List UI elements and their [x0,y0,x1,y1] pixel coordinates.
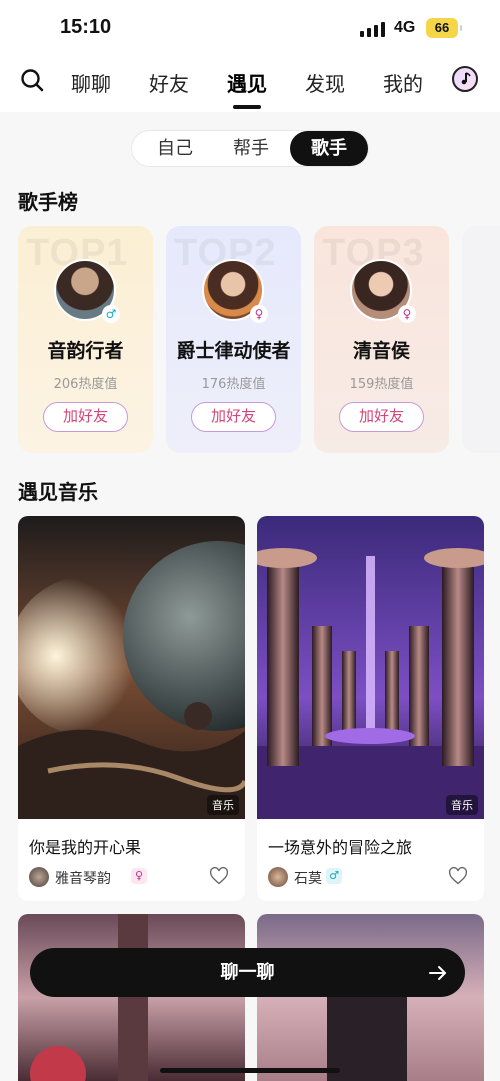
add-friend-button[interactable]: 加好友 [43,402,128,432]
segment-singer[interactable]: 歌手 [290,131,368,166]
music-card-4[interactable] [257,914,484,1081]
chat-now-button[interactable]: 聊一聊 [30,948,465,997]
rank-card-2[interactable]: TOP2 ♀ 爵士律动使者 176热度值 加好友 [166,226,301,453]
user-name: 雅音琴韵 [55,871,111,887]
music-disc-icon[interactable] [452,66,478,92]
music-cover-image [18,516,245,819]
tab-discover[interactable]: 发现 [305,68,345,97]
segment-self[interactable]: 自己 [140,131,210,166]
male-icon: ♂ [326,868,342,884]
tab-chat[interactable]: 聊聊 [71,68,111,97]
segment-helper[interactable]: 帮手 [216,131,286,166]
chat-now-label: 聊一聊 [220,962,275,983]
music-cover-image [18,914,245,1081]
add-friend-button[interactable]: 加好友 [339,402,424,432]
music-cover-image [257,516,484,819]
female-icon: ♀ [131,868,147,884]
heart-icon[interactable] [448,866,468,886]
user-name: 石莫 [294,871,322,887]
female-icon: ♀ [398,305,416,323]
singer-ranking-title: 歌手榜 [18,190,78,214]
tab-mine[interactable]: 我的 [383,68,423,97]
user-avatar [29,867,49,887]
network-label: 4G [394,19,416,36]
singer-name: 音韵行者 [47,340,124,362]
rank-card-peek[interactable] [462,226,500,453]
status-bar: 15:10 4G 66 [0,0,500,56]
search-icon[interactable] [20,68,44,92]
music-card-3[interactable] [18,914,245,1081]
category-tag: 音乐 [446,795,478,815]
heat-value: 176热度值 [201,377,266,392]
male-icon: ♂ [102,305,120,323]
singer-name: 爵士律动使者 [176,340,291,362]
battery-icon: 66 [426,18,462,38]
top-navigation: 聊聊 好友 遇见 发现 我的 [0,56,500,112]
heart-icon[interactable] [209,866,229,886]
user-avatar [268,867,288,887]
battery-level: 66 [434,20,450,35]
rank-card-1[interactable]: TOP1 ♂ 音韵行者 206热度值 加好友 [18,226,153,453]
heat-value: 206热度值 [53,377,118,392]
add-friend-button[interactable]: 加好友 [191,402,276,432]
tab-meet[interactable]: 遇见 [227,68,267,109]
signal-icon [360,22,385,37]
rank-card-3[interactable]: TOP3 ♀ 清音侯 159热度值 加好友 [314,226,449,453]
heat-value: 159热度值 [349,377,414,392]
status-time: 15:10 [60,16,112,38]
singer-name: 清音侯 [352,340,410,362]
role-segment-control: 自己 帮手 歌手 [131,130,369,167]
music-title: 一场意外的冒险之旅 [268,838,413,857]
tab-friends[interactable]: 好友 [149,68,189,97]
arrow-right-icon [429,966,446,980]
music-cover-image [257,914,484,1081]
home-indicator [160,1068,340,1073]
female-icon: ♀ [250,305,268,323]
category-tag: 音乐 [207,795,239,815]
music-title: 你是我的开心果 [29,838,142,857]
meet-music-title: 遇见音乐 [18,480,98,504]
music-card-2[interactable]: 音乐 一场意外的冒险之旅 石莫 ♂ [257,516,484,901]
music-card-1[interactable]: 音乐 你是我的开心果 雅音琴韵 ♀ [18,516,245,901]
